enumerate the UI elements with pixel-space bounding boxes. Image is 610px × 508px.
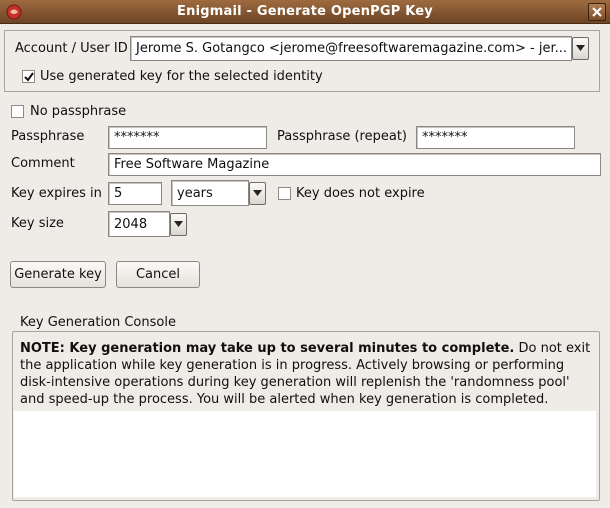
window-title: Enigmail - Generate OpenPGP Key bbox=[177, 4, 433, 19]
checkmark-icon bbox=[24, 72, 34, 82]
key-generation-note: NOTE: Key generation may take up to seve… bbox=[20, 340, 594, 408]
passphrase-repeat-label: Passphrase (repeat) bbox=[277, 129, 407, 144]
key-generation-console-output[interactable] bbox=[14, 411, 596, 497]
cancel-button[interactable]: Cancel bbox=[116, 261, 200, 288]
key-expires-amount-input[interactable]: 5 bbox=[108, 182, 162, 205]
passphrase-label: Passphrase bbox=[11, 129, 85, 144]
account-user-id-dropdown-button[interactable] bbox=[572, 37, 589, 60]
generate-key-button[interactable]: Generate key bbox=[10, 261, 106, 288]
key-size-dropdown-button[interactable] bbox=[170, 213, 187, 236]
close-icon bbox=[592, 7, 602, 17]
key-does-not-expire-checkbox[interactable] bbox=[278, 187, 291, 200]
key-does-not-expire-label: Key does not expire bbox=[296, 186, 425, 201]
no-passphrase-checkbox[interactable] bbox=[11, 105, 24, 118]
chevron-down-icon bbox=[253, 190, 262, 196]
passphrase-repeat-input[interactable]: ******* bbox=[416, 126, 575, 149]
key-size-label: Key size bbox=[11, 216, 64, 231]
account-user-id-label: Account / User ID bbox=[15, 41, 128, 56]
key-generation-console-legend: Key Generation Console bbox=[16, 315, 180, 330]
chevron-down-icon bbox=[174, 221, 183, 227]
close-button[interactable] bbox=[588, 3, 606, 21]
key-generation-note-bold: NOTE: Key generation may take up to seve… bbox=[20, 341, 515, 356]
key-size-select[interactable]: 2048 bbox=[108, 211, 170, 237]
key-expires-unit-select[interactable]: years bbox=[171, 180, 249, 206]
comment-input[interactable]: Free Software Magazine bbox=[108, 153, 601, 176]
no-passphrase-label: No passphrase bbox=[30, 104, 127, 119]
passphrase-input[interactable]: ******* bbox=[108, 126, 267, 149]
title-bar[interactable]: Enigmail - Generate OpenPGP Key bbox=[0, 0, 610, 24]
key-expires-unit-dropdown-button[interactable] bbox=[249, 182, 266, 205]
use-generated-key-checkbox[interactable] bbox=[22, 70, 35, 83]
use-generated-key-label: Use generated key for the selected ident… bbox=[40, 69, 323, 84]
chevron-down-icon bbox=[576, 45, 585, 51]
comment-label: Comment bbox=[11, 156, 75, 171]
key-expires-label: Key expires in bbox=[11, 186, 102, 201]
account-user-id-select[interactable]: Jerome S. Gotangco <jerome@freesoftwarem… bbox=[130, 36, 572, 61]
